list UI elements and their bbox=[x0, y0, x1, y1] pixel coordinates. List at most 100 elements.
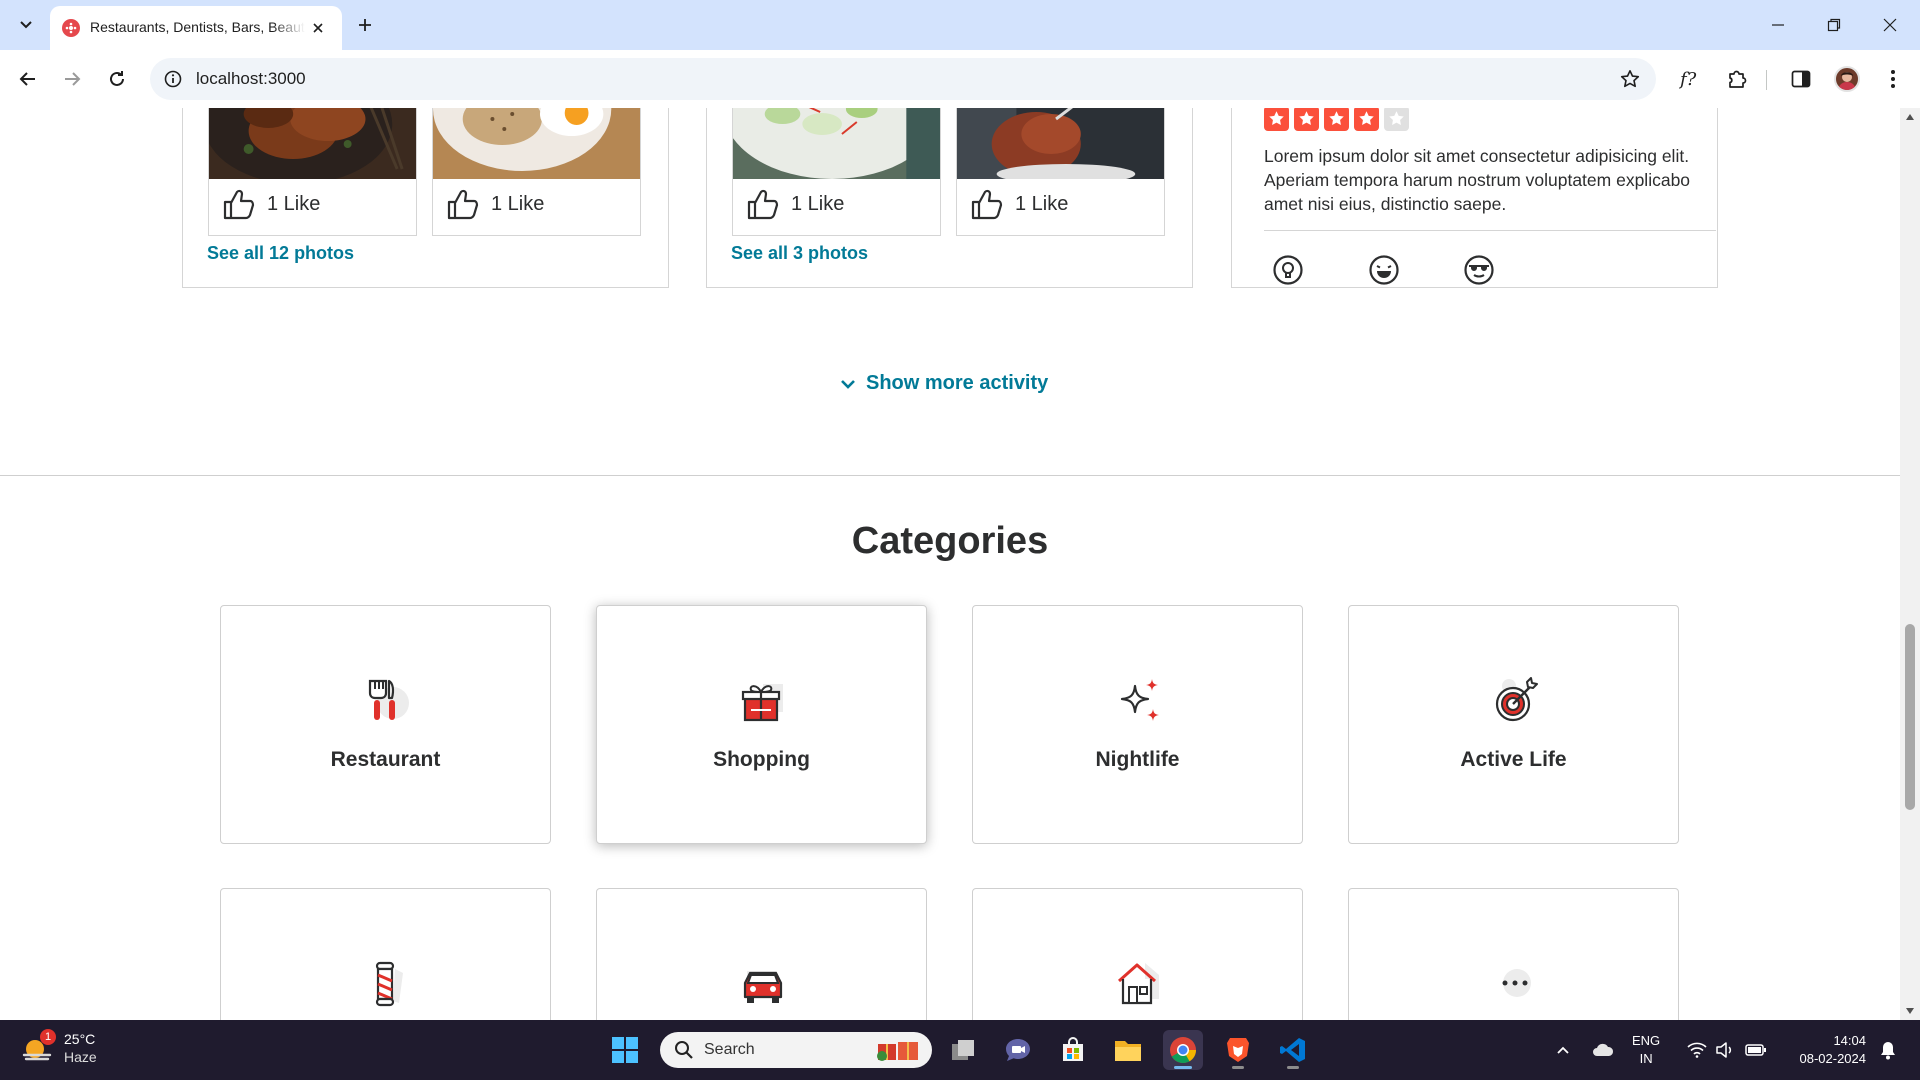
star-rating bbox=[1264, 108, 1409, 131]
food-photo-grilled-chicken bbox=[209, 108, 416, 179]
tab-search-button[interactable] bbox=[10, 10, 42, 40]
address-bar[interactable]: localhost:3000 bbox=[150, 58, 1656, 100]
star-filled-icon bbox=[1354, 108, 1379, 131]
active-app-indicator bbox=[1174, 1066, 1192, 1069]
weather-condition: Haze bbox=[64, 1049, 97, 1065]
photo-tile[interactable]: 1 Like bbox=[208, 108, 417, 236]
taskbar-search-box[interactable]: Search bbox=[660, 1032, 932, 1068]
teams-chat-icon bbox=[1006, 1039, 1030, 1061]
system-clock[interactable]: 14:04 08-02-2024 bbox=[1780, 1032, 1867, 1068]
start-button[interactable] bbox=[605, 1030, 645, 1070]
show-more-activity-button[interactable]: Show more activity bbox=[840, 372, 1048, 395]
taskbar-chrome[interactable] bbox=[1163, 1030, 1203, 1070]
running-app-indicator bbox=[1232, 1066, 1244, 1069]
category-card-shopping[interactable]: Shopping bbox=[596, 605, 927, 844]
bookmark-star-icon[interactable] bbox=[1618, 67, 1642, 91]
volume-icon[interactable] bbox=[1712, 1030, 1738, 1070]
side-panel-icon[interactable] bbox=[1784, 62, 1818, 96]
taskbar-teams[interactable] bbox=[998, 1030, 1038, 1070]
page-viewport: 1 Like 1 Like See all 12 photos 1 Like 1… bbox=[0, 108, 1900, 1020]
like-button[interactable]: 1 Like bbox=[445, 187, 544, 221]
minimize-button[interactable] bbox=[1758, 8, 1798, 42]
toolbar-divider bbox=[1766, 70, 1767, 90]
profile-avatar[interactable] bbox=[1834, 66, 1860, 92]
extensions-puzzle-icon[interactable] bbox=[1720, 62, 1754, 96]
reload-button[interactable] bbox=[100, 62, 134, 96]
category-card-home-services[interactable] bbox=[972, 888, 1303, 1020]
shopping-gift-icon bbox=[741, 684, 783, 722]
url-text[interactable]: localhost:3000 bbox=[196, 69, 306, 89]
reload-icon bbox=[110, 71, 124, 86]
category-card-beauty[interactable] bbox=[220, 888, 551, 1020]
review-divider bbox=[1264, 230, 1716, 231]
restore-icon bbox=[1827, 18, 1841, 32]
kebab-menu-icon[interactable] bbox=[1876, 62, 1910, 96]
onedrive-cloud-icon[interactable] bbox=[1588, 1030, 1618, 1070]
yelp-favicon-icon bbox=[62, 19, 80, 37]
scroll-up-arrow-icon[interactable] bbox=[1905, 112, 1915, 122]
windows-taskbar: 1 25°C Haze Search ENG IN 14:04 08-02-20… bbox=[0, 1020, 1920, 1080]
scroll-down-arrow-icon[interactable] bbox=[1905, 1006, 1915, 1016]
folder-icon bbox=[1115, 1041, 1141, 1061]
restore-button[interactable] bbox=[1814, 8, 1854, 42]
taskbar-microsoft-store[interactable] bbox=[1053, 1030, 1093, 1070]
thumbs-up-icon bbox=[447, 189, 479, 220]
brave-lion-icon bbox=[1227, 1038, 1249, 1062]
weather-widget[interactable]: 1 25°C Haze bbox=[20, 1029, 97, 1066]
scrollbar-thumb[interactable] bbox=[1905, 624, 1915, 810]
like-button[interactable]: 1 Like bbox=[969, 187, 1068, 221]
language-indicator[interactable]: ENG IN bbox=[1632, 1032, 1660, 1068]
taskbar-task-view[interactable] bbox=[943, 1030, 983, 1070]
new-tab-button[interactable] bbox=[352, 12, 378, 38]
section-divider bbox=[0, 475, 1900, 476]
browser-tab-active[interactable]: Restaurants, Dentists, Bars, Beauty Salo… bbox=[50, 6, 342, 50]
category-card-active-life[interactable]: Active Life bbox=[1348, 605, 1679, 844]
see-all-photos-link[interactable]: See all 12 photos bbox=[207, 243, 354, 264]
home-services-icon bbox=[1118, 963, 1159, 1005]
category-card-restaurant[interactable]: Restaurant bbox=[220, 605, 551, 844]
like-button[interactable]: 1 Like bbox=[221, 187, 320, 221]
taskbar-file-explorer[interactable] bbox=[1108, 1030, 1148, 1070]
back-button[interactable] bbox=[11, 62, 45, 96]
review-text: Lorem ipsum dolor sit amet consectetur a… bbox=[1264, 146, 1691, 214]
like-count: 1 Like bbox=[491, 192, 545, 215]
category-card-more[interactable] bbox=[1348, 888, 1679, 1020]
taskbar-brave[interactable] bbox=[1218, 1030, 1258, 1070]
font-detector-extension-icon[interactable]: f? bbox=[1674, 62, 1708, 96]
chevron-down-icon bbox=[841, 379, 855, 389]
tab-close-icon[interactable] bbox=[308, 18, 328, 38]
laughing-face-icon[interactable] bbox=[1366, 252, 1402, 288]
taskbar-vscode[interactable] bbox=[1273, 1030, 1313, 1070]
language-code: ENG bbox=[1632, 1033, 1661, 1048]
photo-tile[interactable]: 1 Like bbox=[732, 108, 941, 236]
tray-overflow-chevron-icon[interactable] bbox=[1550, 1030, 1576, 1070]
windows-logo-icon bbox=[612, 1037, 638, 1063]
forward-button[interactable] bbox=[55, 62, 89, 96]
sunglasses-face-icon[interactable] bbox=[1461, 252, 1497, 288]
category-label: Shopping bbox=[713, 748, 810, 771]
food-photo-grilled-meat bbox=[957, 108, 1164, 179]
show-more-label: Show more activity bbox=[866, 372, 1049, 394]
site-info-icon[interactable] bbox=[162, 68, 184, 90]
see-all-photos-link[interactable]: See all 3 photos bbox=[731, 243, 868, 264]
close-window-button[interactable] bbox=[1870, 8, 1910, 42]
task-view-icon bbox=[952, 1040, 974, 1060]
more-dots-icon bbox=[1502, 969, 1531, 997]
category-label: Nightlife bbox=[1095, 748, 1180, 771]
activity-card: 1 Like 1 Like See all 12 photos bbox=[182, 108, 669, 288]
category-card-nightlife[interactable]: Nightlife bbox=[972, 605, 1303, 844]
lightbulb-icon[interactable] bbox=[1270, 252, 1306, 288]
photo-tile[interactable]: 1 Like bbox=[956, 108, 1165, 236]
category-card-automotive[interactable] bbox=[596, 888, 927, 1020]
wifi-icon[interactable] bbox=[1684, 1030, 1710, 1070]
photo-tile[interactable]: 1 Like bbox=[432, 108, 641, 236]
activity-card: 1 Like 1 Like See all 3 photos bbox=[706, 108, 1193, 288]
car-icon bbox=[743, 971, 783, 1003]
page-scrollbar[interactable] bbox=[1900, 108, 1920, 1020]
battery-icon[interactable] bbox=[1742, 1030, 1770, 1070]
active-life-target-icon bbox=[1495, 677, 1538, 722]
notifications-bell-icon[interactable] bbox=[1874, 1030, 1902, 1070]
like-button[interactable]: 1 Like bbox=[745, 187, 844, 221]
arrow-left-icon bbox=[19, 72, 35, 86]
star-filled-icon bbox=[1264, 108, 1289, 131]
